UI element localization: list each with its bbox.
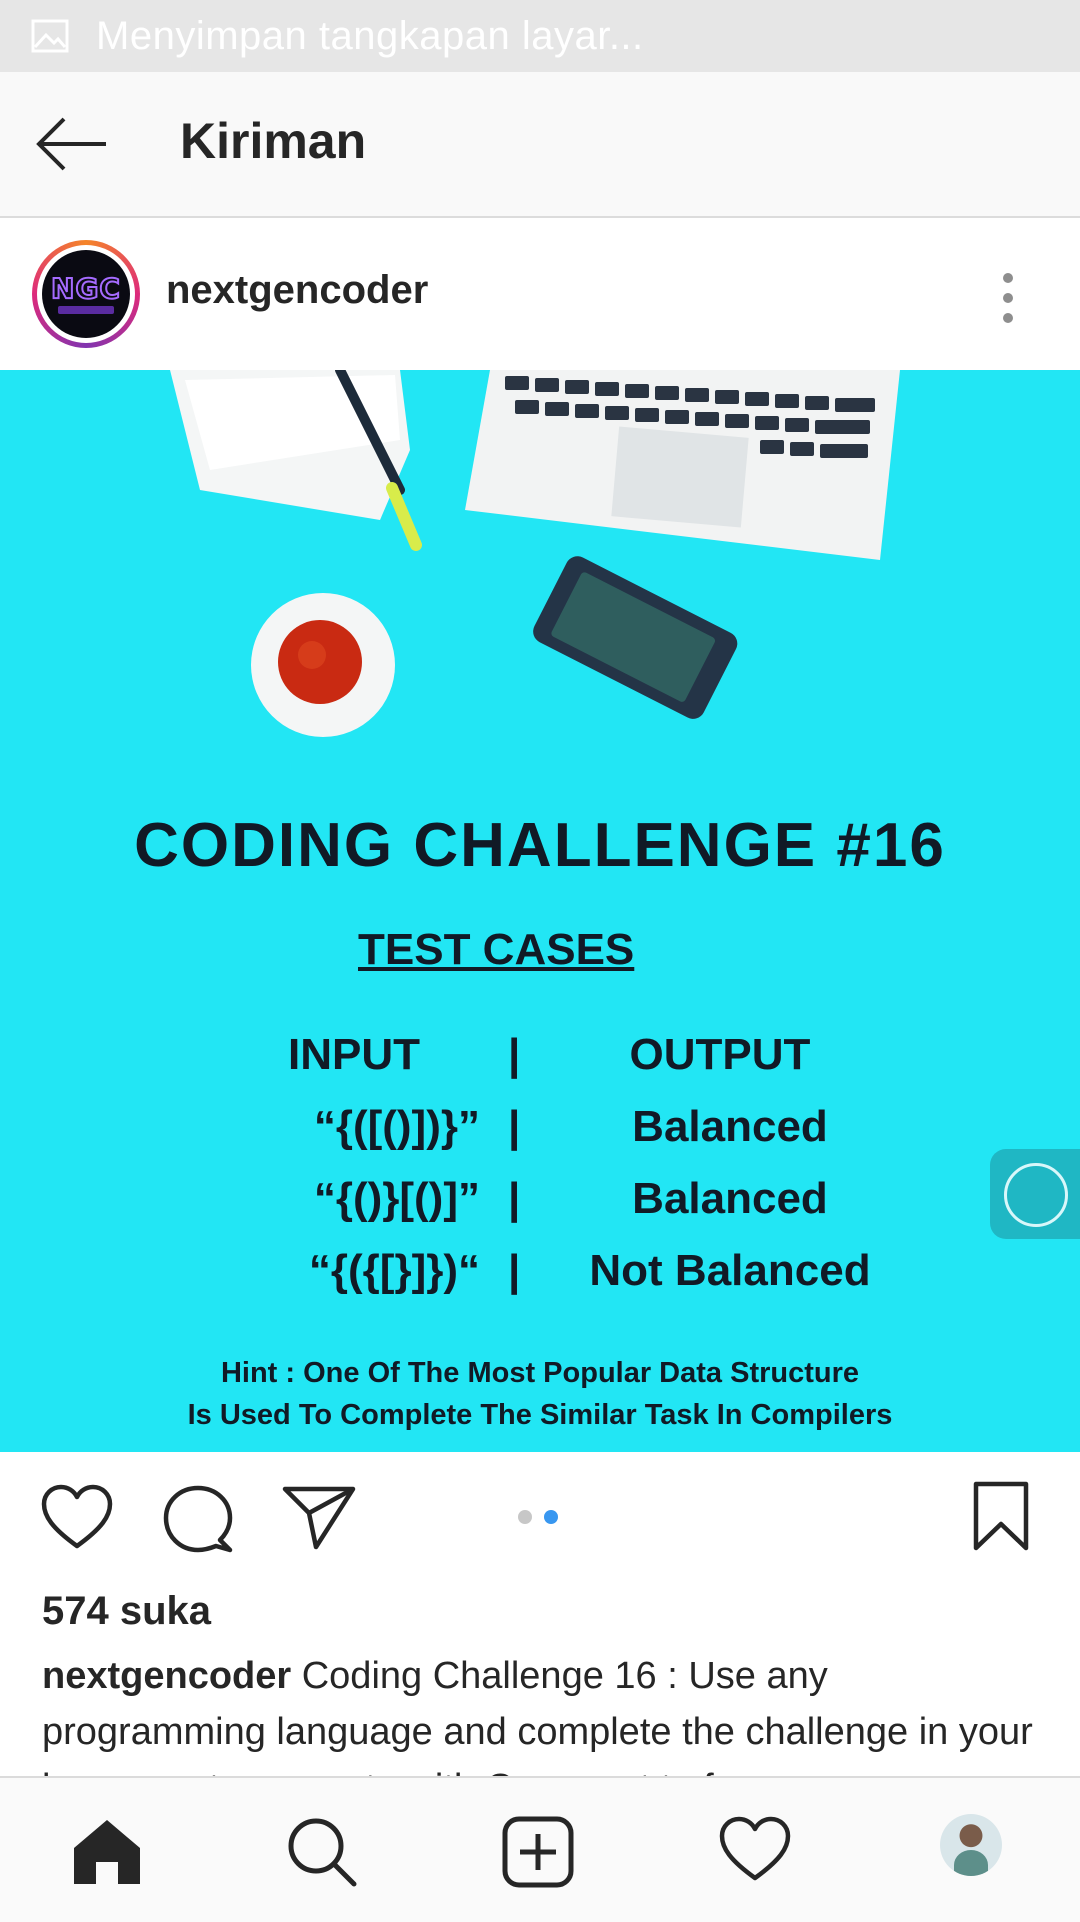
test-case-header: INPUT | OUTPUT bbox=[0, 1030, 1080, 1090]
carousel-dot-active bbox=[544, 1510, 558, 1524]
caption-username[interactable]: nextgencoder bbox=[42, 1655, 291, 1697]
assistive-touch-icon[interactable] bbox=[990, 1149, 1080, 1239]
desk-illustration bbox=[170, 370, 900, 737]
test-case-input: “{([()])}” bbox=[313, 1102, 480, 1151]
image-title: CODING CHALLENGE #16 bbox=[134, 811, 946, 880]
search-icon[interactable] bbox=[286, 1816, 358, 1888]
send-icon[interactable] bbox=[282, 1484, 356, 1550]
test-case-output: Balanced bbox=[632, 1174, 828, 1223]
column-separator: | bbox=[508, 1030, 521, 1079]
hint-line-2: Is Used To Complete The Similar Task In … bbox=[187, 1399, 893, 1431]
top-header: Kiriman bbox=[0, 72, 1080, 218]
column-separator: | bbox=[508, 1102, 521, 1151]
test-case-output: Balanced bbox=[632, 1102, 828, 1151]
arrow-left-icon[interactable] bbox=[34, 116, 108, 172]
page-title: Kiriman bbox=[180, 113, 367, 169]
add-post-icon[interactable] bbox=[502, 1816, 574, 1888]
post-header: NGC nextgencoder bbox=[0, 218, 1080, 370]
test-case-output: Not Balanced bbox=[589, 1246, 871, 1295]
bookmark-icon[interactable] bbox=[972, 1480, 1030, 1552]
post-caption: nextgencoder Coding Challenge 16 : Use a… bbox=[42, 1648, 1042, 1778]
avatar-logo-text: NGC bbox=[50, 272, 121, 305]
carousel-dot bbox=[518, 1510, 532, 1524]
image-subtitle: TEST CASES bbox=[358, 925, 635, 974]
more-vertical-icon[interactable] bbox=[996, 270, 1020, 326]
test-case-row: “{([()])}” | Balanced bbox=[0, 1102, 1080, 1162]
column-separator: | bbox=[508, 1246, 521, 1295]
bottom-nav bbox=[0, 1776, 1080, 1922]
image-icon bbox=[31, 19, 69, 53]
heart-icon[interactable] bbox=[40, 1484, 114, 1550]
profile-avatar[interactable] bbox=[940, 1814, 1002, 1876]
output-header: OUTPUT bbox=[629, 1030, 811, 1079]
comment-icon[interactable] bbox=[162, 1484, 234, 1554]
hint-line-1: Hint : One Of The Most Popular Data Stru… bbox=[220, 1357, 860, 1389]
avatar[interactable]: NGC bbox=[32, 240, 140, 348]
input-header: INPUT bbox=[288, 1030, 420, 1079]
test-case-row: “{({[}]})“ | Not Balanced bbox=[0, 1246, 1080, 1306]
post-image[interactable]: CODING CHALLENGE #16 TEST CASES INPUT | … bbox=[0, 370, 1080, 1452]
test-case-input: “{()}[()]” bbox=[313, 1174, 480, 1223]
carousel-indicator bbox=[518, 1510, 558, 1524]
activity-heart-icon[interactable] bbox=[718, 1816, 792, 1882]
test-case-input: “{({[}]})“ bbox=[308, 1246, 480, 1295]
post-username[interactable]: nextgencoder bbox=[166, 268, 428, 313]
post-actions bbox=[0, 1452, 1080, 1582]
likes-count[interactable]: 574 suka bbox=[42, 1589, 211, 1634]
test-case-row: “{()}[()]” | Balanced bbox=[0, 1174, 1080, 1234]
status-bar: Menyimpan tangkapan layar... bbox=[0, 0, 1080, 72]
column-separator: | bbox=[508, 1174, 521, 1223]
home-icon[interactable] bbox=[72, 1816, 142, 1886]
status-notification-text: Menyimpan tangkapan layar... bbox=[96, 13, 644, 58]
